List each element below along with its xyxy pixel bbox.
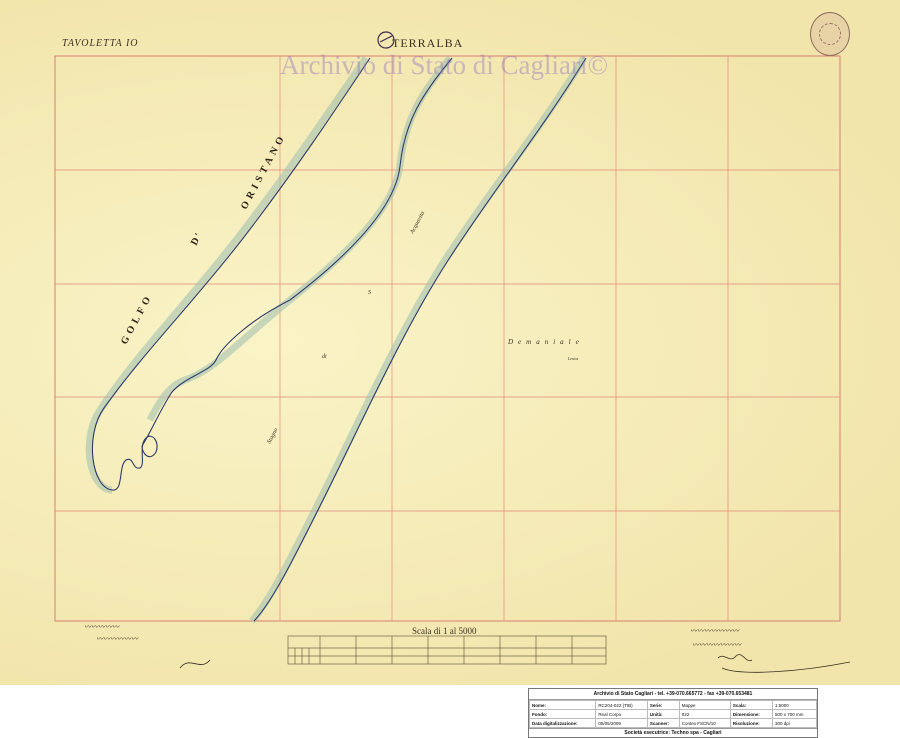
table-cell: Data digitalizzazione:	[528, 718, 597, 728]
archive-info-panel: Archivio di Stato Cagliari - tel. +39-07…	[528, 688, 818, 738]
archive-watermark: Archivio di Stato di Cagliari©	[280, 50, 608, 80]
table-cell: Nome:	[528, 700, 597, 710]
label-stagno: Stagno	[266, 427, 279, 445]
table-cell: Contex FSCN/10	[678, 718, 731, 728]
gulf-label: GOLFO D' ORISTANO	[119, 132, 288, 347]
archive-seal-icon	[810, 12, 850, 56]
signatures	[179, 654, 851, 673]
table-cell: Unità:	[646, 709, 680, 719]
table-cell: Mappe	[678, 700, 731, 710]
table-cell: Serie:	[646, 700, 680, 710]
scale-bar	[287, 635, 607, 665]
sheet-number: TAVOLETTA IO	[62, 38, 139, 49]
table-cell: RC204-022 (TIB)	[595, 700, 648, 710]
table-cell: Risoluzione:	[729, 718, 773, 728]
map-title: TERRALBA	[392, 36, 464, 50]
table-row: Data digitalizzazione: 05/05/2009 Scanne…	[528, 718, 818, 728]
table-cell: Fondo:	[528, 709, 597, 719]
table-cell: 500 x 700 mm	[771, 709, 818, 719]
handwriting-left-1: 〰〰〰〰〰	[84, 623, 119, 631]
gulf-word-2: D'	[189, 230, 205, 248]
label-demaniale: Demaniale	[507, 338, 584, 346]
table-row: Fondo: Real Corpo Unità: 022 Dimensione:…	[528, 709, 818, 719]
gulf-word-1: GOLFO	[119, 292, 155, 347]
label-di: di	[322, 354, 327, 360]
handwriting-right-2: 〰〰〰〰〰〰〰	[692, 641, 741, 649]
table-row: Nome: RC204-022 (TIB) Serie: Mappe Scala…	[528, 700, 818, 710]
table-cell: Scanner:	[646, 718, 680, 728]
handwriting-right-1: 〰〰〰〰〰〰〰	[690, 627, 739, 635]
table-cell: Dimensione:	[729, 709, 773, 719]
label-s: S	[368, 290, 371, 296]
label-lestos: Lestos	[567, 356, 579, 361]
table-cell: Real Corpo	[595, 709, 648, 719]
place-labels: Stagno di S Demaniale Acquavita Lestos	[266, 211, 584, 445]
table-cell: 300 dpi	[771, 718, 818, 728]
table-cell: 1:5000	[771, 700, 818, 710]
table-cell: 05/05/2009	[595, 718, 648, 728]
table-cell: Scala:	[729, 700, 773, 710]
archive-contact: Archivio di Stato Cagliari - tel. +39-07…	[529, 689, 817, 700]
label-acquavita: Acquavita	[409, 211, 426, 236]
grid-lines	[55, 56, 840, 621]
map-drawing: GOLFO D' ORISTANO Stagno di S Demaniale …	[54, 55, 851, 673]
table-cell: 022	[678, 709, 731, 719]
handwriting-left-2: 〰〰〰〰〰〰	[96, 635, 138, 643]
company-credit: Società esecutrice: Techno spa - Cagliar…	[529, 728, 817, 737]
scale-label: Scala di 1 al 5000	[412, 626, 477, 636]
metadata-table: Nome: RC204-022 (TIB) Serie: Mappe Scala…	[528, 700, 818, 728]
map-frame	[54, 55, 841, 622]
